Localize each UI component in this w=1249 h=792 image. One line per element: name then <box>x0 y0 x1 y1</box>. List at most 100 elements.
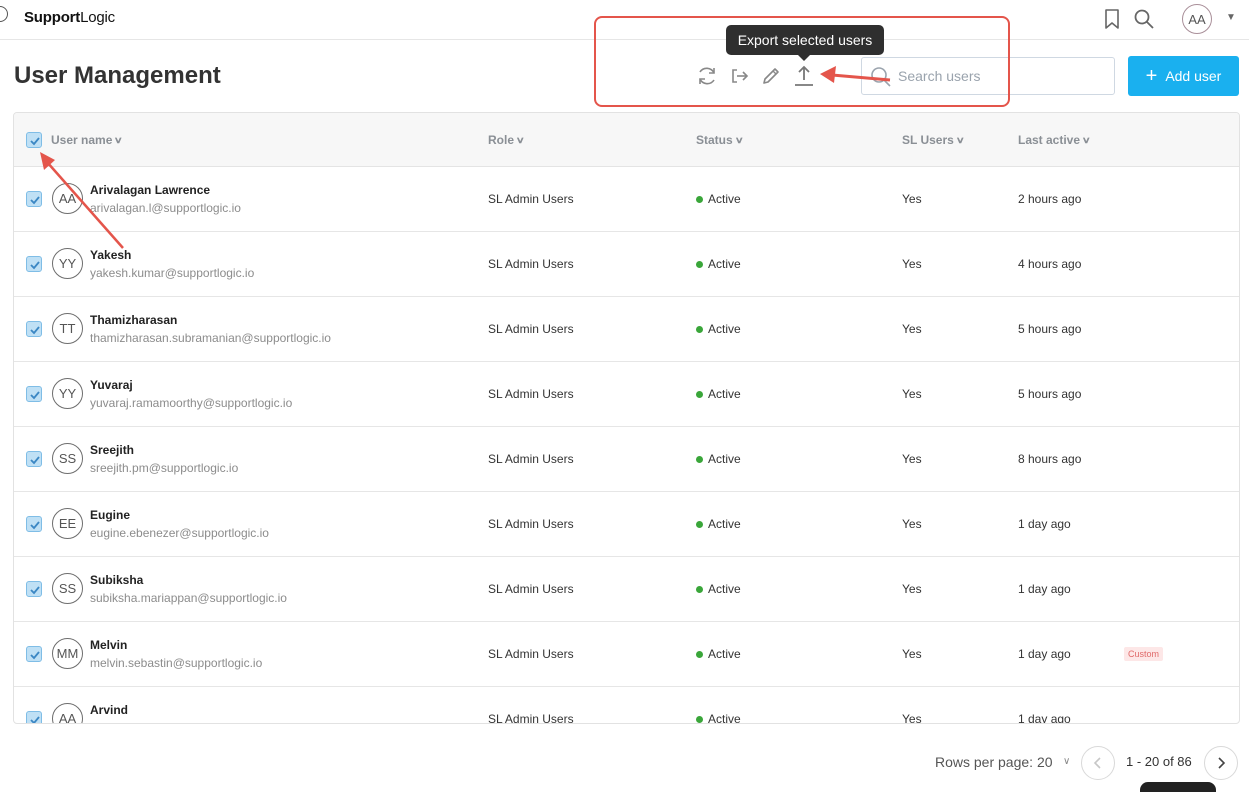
user-status: Active <box>696 712 741 723</box>
page-title: User Management <box>14 62 221 89</box>
column-header-last-active[interactable]: Last active ∨ <box>1018 133 1091 147</box>
logo[interactable]: SupportLogic <box>24 9 115 26</box>
user-email: yuvaraj.ramamoorthy@supportlogic.io <box>90 396 293 410</box>
status-label: Active <box>708 517 741 531</box>
add-user-label: Add user <box>1165 68 1222 84</box>
last-active: 1 day ago <box>1018 517 1071 531</box>
status-dot-icon <box>696 455 703 463</box>
user-name[interactable]: Melvin <box>90 638 127 652</box>
back-icon[interactable] <box>0 6 8 22</box>
row-checkbox[interactable] <box>26 256 42 272</box>
sl-user-flag: Yes <box>902 387 922 401</box>
last-active: 1 day ago <box>1018 647 1071 661</box>
column-header-role[interactable]: Role ∨ <box>488 133 525 147</box>
user-name[interactable]: Arivalagan Lawrence <box>90 183 210 197</box>
column-label: Status <box>696 133 733 147</box>
user-avatar: YY <box>52 378 83 409</box>
user-avatar: AA <box>52 183 83 214</box>
table-row[interactable]: AA Arvind arvind.kumar@supportlogic.io SL A… <box>14 687 1239 724</box>
user-name[interactable]: Yuvaraj <box>90 378 133 392</box>
table-row[interactable]: YY Yuvaraj yuvaraj.ramamoorthy@supportlogi… <box>14 362 1239 427</box>
row-checkbox[interactable] <box>26 646 42 662</box>
last-active: 5 hours ago <box>1018 322 1082 336</box>
chevron-right-icon <box>1218 757 1226 769</box>
status-dot-icon <box>696 390 703 398</box>
user-role: SL Admin Users <box>488 517 574 531</box>
chevron-down-icon[interactable]: ▼ <box>1226 12 1236 23</box>
row-checkbox[interactable] <box>26 516 42 532</box>
user-role: SL Admin Users <box>488 192 574 206</box>
row-checkbox[interactable] <box>26 191 42 207</box>
row-checkbox[interactable] <box>26 386 42 402</box>
column-label: Last active <box>1018 133 1081 147</box>
user-name[interactable]: Subiksha <box>90 573 143 587</box>
user-role: SL Admin Users <box>488 257 574 271</box>
last-active: 1 day ago <box>1018 582 1071 596</box>
row-checkbox[interactable] <box>26 711 42 723</box>
chevron-down-icon: ∨ <box>734 134 744 145</box>
sl-user-flag: Yes <box>902 452 922 466</box>
user-status: Active <box>696 387 741 401</box>
sl-user-flag: Yes <box>902 322 922 336</box>
chevron-down-icon[interactable]: ∨ <box>1063 756 1070 767</box>
previous-page-button[interactable] <box>1081 746 1115 780</box>
status-dot-icon <box>696 195 703 203</box>
status-dot-icon <box>696 715 703 723</box>
logo-bold-text: Support <box>24 9 81 26</box>
column-header-sl-users[interactable]: SL Users ∨ <box>902 133 965 147</box>
user-email: thamizharasan.subramanian@supportlogic.i… <box>90 331 331 345</box>
user-role: SL Admin Users <box>488 712 574 724</box>
user-status: Active <box>696 257 741 271</box>
row-checkbox[interactable] <box>26 451 42 467</box>
status-label: Active <box>708 452 741 466</box>
user-name[interactable]: Arvind <box>90 703 128 717</box>
user-avatar: EE <box>52 508 83 539</box>
table-row[interactable]: EE Eugine eugine.ebenezer@supportlogic.io S… <box>14 492 1239 557</box>
user-avatar: TT <box>52 313 83 344</box>
status-label: Active <box>708 192 741 206</box>
user-avatar: YY <box>52 248 83 279</box>
bottom-overlay-tab <box>1140 782 1216 792</box>
rows-per-page[interactable]: Rows per page: 20 <box>935 754 1053 770</box>
user-status: Active <box>696 452 741 466</box>
last-active: 8 hours ago <box>1018 452 1082 466</box>
user-name[interactable]: Thamizharasan <box>90 313 177 327</box>
sl-user-flag: Yes <box>902 647 922 661</box>
row-checkbox[interactable] <box>26 581 42 597</box>
status-dot-icon <box>696 520 703 528</box>
status-label: Active <box>708 387 741 401</box>
status-dot-icon <box>696 260 703 268</box>
table-row[interactable]: YY Yakesh yakesh.kumar@supportlogic.io SL A… <box>14 232 1239 297</box>
user-avatar[interactable]: AA <box>1182 4 1212 34</box>
table-row[interactable]: SS Sreejith sreejith.pm@supportlogic.io SL … <box>14 427 1239 492</box>
page-range: 1 - 20 of 86 <box>1126 754 1192 769</box>
sl-user-flag: Yes <box>902 517 922 531</box>
user-name[interactable]: Yakesh <box>90 248 131 262</box>
chevron-down-icon: ∨ <box>1081 134 1091 145</box>
add-user-button[interactable]: + Add user <box>1128 56 1239 96</box>
status-dot-icon <box>696 585 703 593</box>
column-label: User name <box>51 133 113 147</box>
status-dot-icon <box>696 650 703 658</box>
table-row[interactable]: TT Thamizharasan thamizharasan.subramanian… <box>14 297 1239 362</box>
search-icon[interactable] <box>1133 8 1155 30</box>
user-name[interactable]: Sreejith <box>90 443 134 457</box>
user-avatar: SS <box>52 443 83 474</box>
table-row[interactable]: SS Subiksha subiksha.mariappan@supportlogi… <box>14 557 1239 622</box>
user-avatar: AA <box>52 703 83 723</box>
sl-user-flag: Yes <box>902 582 922 596</box>
column-header-status[interactable]: Status ∨ <box>696 133 744 147</box>
column-header-username[interactable]: User name ∨ <box>51 133 124 147</box>
next-page-button[interactable] <box>1204 746 1238 780</box>
last-active: 5 hours ago <box>1018 387 1082 401</box>
bookmark-icon[interactable] <box>1102 8 1124 30</box>
user-name[interactable]: Eugine <box>90 508 130 522</box>
user-email: arivalagan.l@supportlogic.io <box>90 201 241 215</box>
table-row[interactable]: AA Arivalagan Lawrence arivalagan.l@suppor… <box>14 167 1239 232</box>
chevron-down-icon: ∨ <box>114 134 124 145</box>
table-row[interactable]: MM Melvin melvin.sebastin@supportlogic.io S… <box>14 622 1239 687</box>
select-all-checkbox[interactable] <box>26 132 42 148</box>
user-email: melvin.sebastin@supportlogic.io <box>90 656 263 670</box>
row-checkbox[interactable] <box>26 321 42 337</box>
status-label: Active <box>708 322 741 336</box>
